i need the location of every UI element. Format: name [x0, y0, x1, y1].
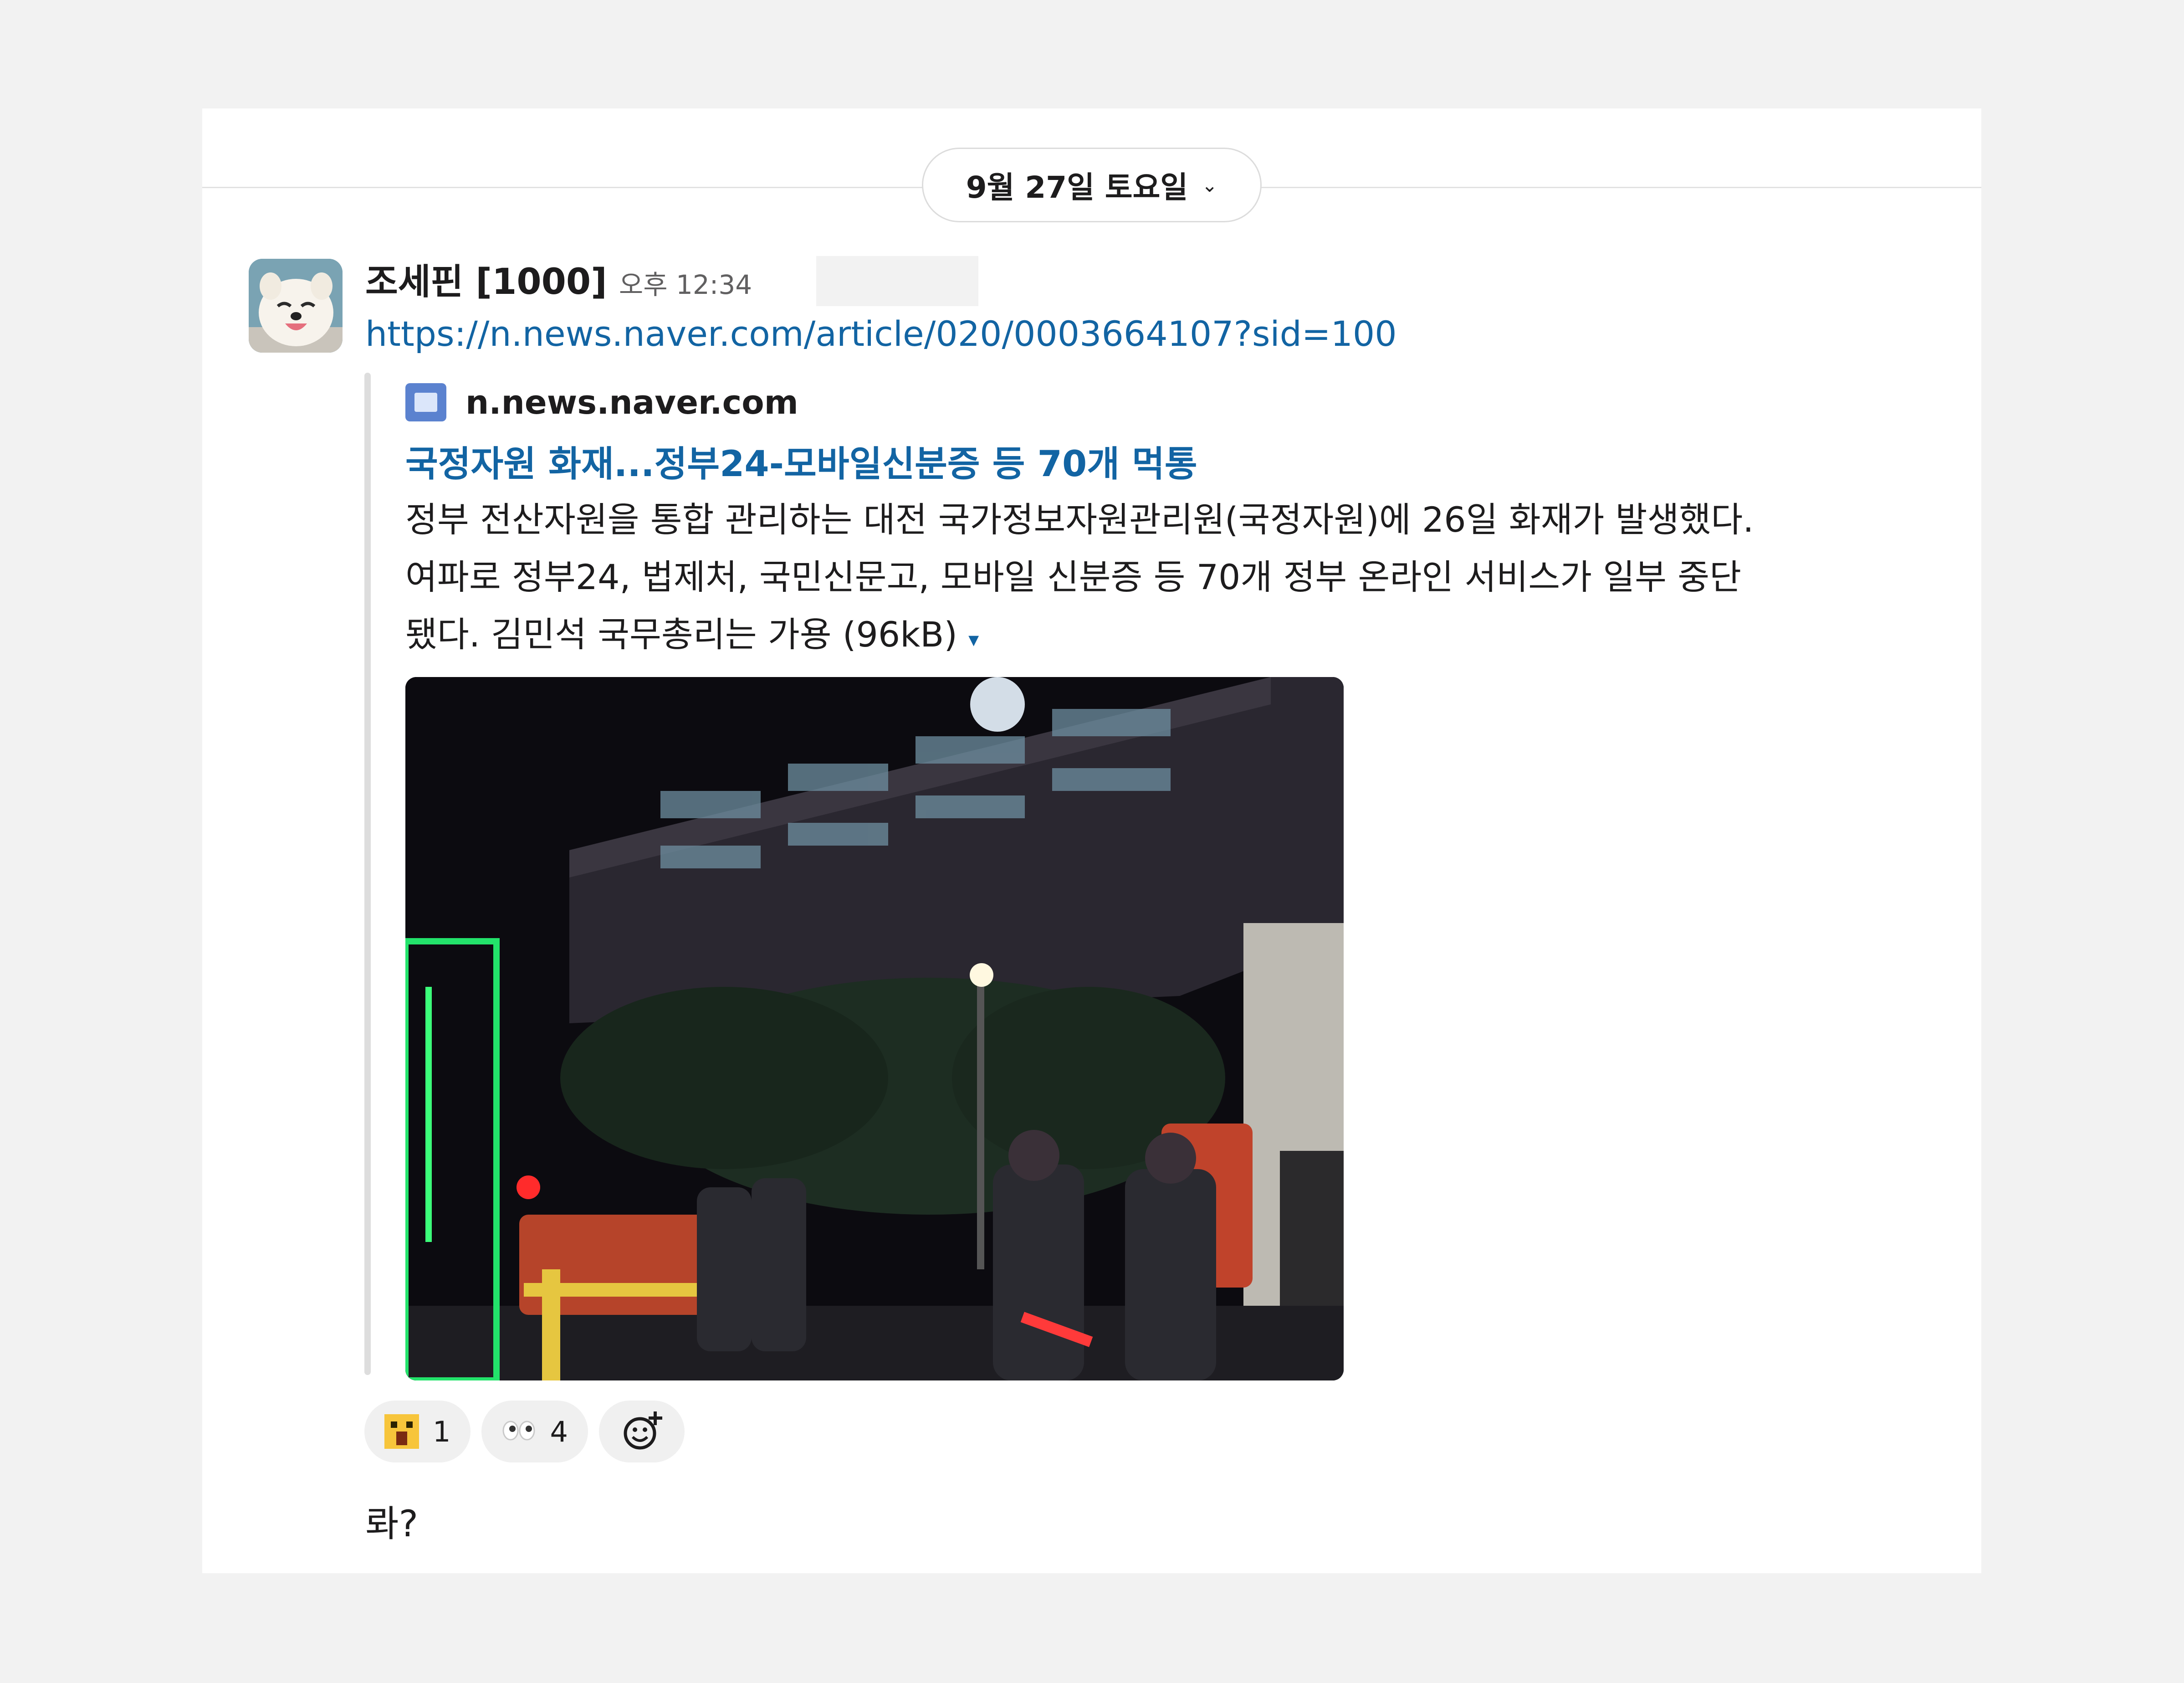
- add-reaction-button[interactable]: [598, 1401, 685, 1462]
- unfurl-description: 정부 전산자원을 통합 관리하는 대전 국가정보자원관리원(국정자원)에 26일…: [405, 491, 2109, 668]
- date-divider-button[interactable]: 9월 27일 토요일 ⌄: [922, 148, 1262, 222]
- add-reaction-icon: [624, 1411, 662, 1450]
- sender-name[interactable]: 조세핀 [1000]: [365, 253, 607, 304]
- screaming-face-emoji-icon: [384, 1414, 419, 1449]
- message-timestamp[interactable]: 오후 12:34: [619, 263, 752, 302]
- reactions-bar: 1 4: [364, 1401, 685, 1462]
- caret-down-icon[interactable]: ▾: [968, 627, 979, 652]
- reaction-screaming-face[interactable]: 1: [364, 1401, 471, 1462]
- document-icon: [405, 383, 446, 421]
- unfurl-image[interactable]: [405, 677, 1344, 1380]
- redacted-area: [816, 256, 978, 306]
- news-photo-night-fire-scene-icon: [405, 677, 1344, 1380]
- message-header: 조세핀 [1000] 오후 12:34: [365, 253, 752, 303]
- message-link[interactable]: https://n.news.naver.com/article/020/000…: [365, 313, 1397, 354]
- reaction-count: 4: [550, 1415, 568, 1448]
- unfurl-title-link[interactable]: 국정자원 화재...정부24-모바일신분증 등 70개 먹통: [405, 436, 1197, 487]
- reaction-count: 1: [433, 1415, 451, 1448]
- avatar[interactable]: [249, 259, 343, 353]
- eyes-emoji-icon: [502, 1421, 535, 1441]
- chevron-down-icon: ⌄: [1202, 174, 1218, 196]
- unfurl-description-text: 정부 전산자원을 통합 관리하는 대전 국가정보자원관리원(국정자원)에 26일…: [405, 499, 1754, 655]
- white-dog-avatar-icon: [249, 259, 343, 353]
- followup-message: 롸?: [365, 1503, 419, 1545]
- unfurl-accent-bar: [364, 373, 371, 1375]
- date-label: 9월 27일 토요일: [966, 170, 1188, 205]
- message-panel: 9월 27일 토요일 ⌄ 조세핀 [1000] 오후 12:34 https:/…: [202, 108, 1981, 1573]
- reaction-eyes[interactable]: 4: [481, 1401, 588, 1462]
- unfurl-site-row: n.news.naver.com: [405, 377, 798, 427]
- unfurl-site-name: n.news.naver.com: [465, 383, 798, 421]
